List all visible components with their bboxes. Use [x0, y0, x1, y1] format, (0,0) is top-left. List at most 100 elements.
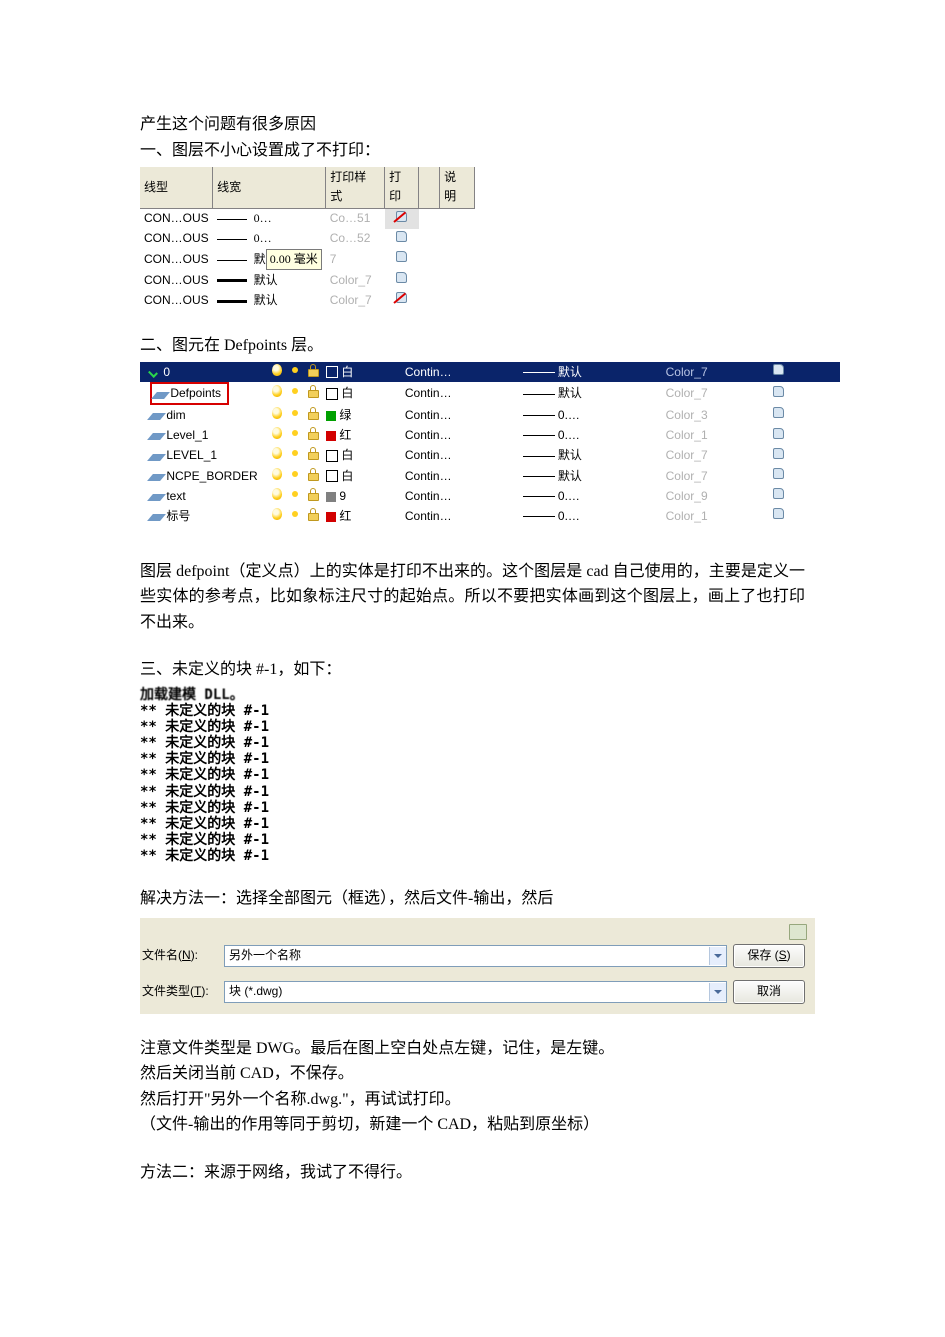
layer-on-toggle[interactable]: [268, 506, 286, 526]
layer-color-cell[interactable]: 白: [322, 446, 401, 466]
printer-icon: [771, 446, 787, 460]
layer-plot-toggle[interactable]: [770, 446, 788, 466]
layer-freeze-toggle[interactable]: [286, 446, 304, 466]
layer-freeze-toggle[interactable]: [286, 486, 304, 506]
col-lineweight: 线宽: [213, 167, 326, 208]
cell-print-toggle[interactable]: [385, 249, 419, 270]
layer-row[interactable]: Level_1 红Contin… 0.…Color_1: [140, 426, 840, 446]
layer-lock-toggle[interactable]: [304, 466, 322, 486]
table-header-row: 线型 线宽 打印样式 打印 说明: [140, 167, 475, 208]
layer-color-cell[interactable]: 绿: [322, 405, 401, 425]
filename-label: 文件名(N):: [140, 946, 218, 965]
layer-plotstyle-cell: Color_7: [662, 382, 770, 405]
printer-icon: [771, 486, 787, 500]
layer-color-cell[interactable]: 9: [322, 486, 401, 506]
printer-icon: [394, 249, 410, 263]
layer-lock-toggle[interactable]: [304, 405, 322, 425]
layer-plotstyle-cell: Color_1: [662, 426, 770, 446]
sun-icon: [289, 364, 301, 376]
filename-input[interactable]: [225, 946, 709, 965]
layer-linetype-cell: Contin…: [401, 405, 519, 425]
layer-linetype-cell: Contin…: [401, 446, 519, 466]
sun-icon: [289, 427, 301, 439]
cmd-line: ** 未定义的块 #-1: [140, 767, 805, 783]
section-1-title: 一、图层不小心设置成了不打印：: [140, 138, 805, 164]
layer-linetype-cell: Contin…: [401, 486, 519, 506]
cmd-line: ** 未定义的块 #-1: [140, 816, 805, 832]
dropdown-arrow-icon[interactable]: [709, 947, 726, 965]
cell-lineweight: 0…: [213, 229, 326, 249]
layer-plotstyle-cell: Color_7: [662, 466, 770, 486]
filetype-combo[interactable]: [224, 981, 727, 1003]
layer-row[interactable]: LEVEL_1 白Contin… 默认Color_7: [140, 446, 840, 466]
cell-lineweight: 默认: [213, 270, 326, 290]
layer-lock-toggle[interactable]: [304, 486, 322, 506]
layer-color-cell[interactable]: 白: [322, 466, 401, 486]
cell-print-toggle[interactable]: [385, 208, 419, 229]
layer-lock-toggle[interactable]: [304, 506, 322, 526]
filename-combo[interactable]: [224, 945, 727, 967]
layer-lineweight-cell: 0.…: [519, 486, 662, 506]
cell-print-toggle[interactable]: [385, 270, 419, 290]
layer-plot-toggle[interactable]: [770, 506, 788, 526]
cancel-button[interactable]: 取消: [733, 980, 805, 1004]
layer-on-toggle[interactable]: [268, 405, 286, 425]
layer-name-cell: 0: [140, 362, 268, 382]
layer-on-toggle[interactable]: [268, 382, 286, 405]
table-row: CON…OUS 默认Color_7: [140, 290, 475, 310]
layer-lock-toggle[interactable]: [304, 446, 322, 466]
cell-print-toggle[interactable]: [385, 229, 419, 249]
filetype-input[interactable]: [225, 982, 709, 1001]
layer-row[interactable]: dim 绿Contin… 0.…Color_3: [140, 405, 840, 425]
layer-plot-toggle[interactable]: [770, 405, 788, 425]
layer-row[interactable]: 标号 红Contin… 0.…Color_1: [140, 506, 840, 526]
layer-freeze-toggle[interactable]: [286, 466, 304, 486]
layer-on-toggle[interactable]: [268, 486, 286, 506]
printer-icon: [771, 466, 787, 480]
lock-icon: [307, 488, 319, 500]
layer-freeze-toggle[interactable]: [286, 362, 304, 382]
layer-lock-toggle[interactable]: [304, 426, 322, 446]
layer-color-cell[interactable]: 红: [322, 426, 401, 446]
layer-row[interactable]: Defpoints 白Contin… 默认Color_7: [140, 382, 840, 405]
layer-color-cell[interactable]: 红: [322, 506, 401, 526]
color-swatch-icon: [326, 388, 338, 400]
layer-row[interactable]: 0 白Contin… 默认Color_7: [140, 362, 840, 382]
layer-lock-toggle[interactable]: [304, 362, 322, 382]
filename-row: 文件名(N): 保存 (S): [140, 944, 805, 968]
printer-icon: [771, 405, 787, 419]
layer-freeze-toggle[interactable]: [286, 405, 304, 425]
layer-icon: [150, 512, 163, 521]
layer-on-toggle[interactable]: [268, 446, 286, 466]
layer-row[interactable]: text 9Contin… 0.…Color_9: [140, 486, 840, 506]
layer-plot-toggle[interactable]: [770, 486, 788, 506]
printer-icon: [771, 506, 787, 520]
layer-freeze-toggle[interactable]: [286, 426, 304, 446]
layer-lock-toggle[interactable]: [304, 382, 322, 405]
layer-plot-toggle[interactable]: [770, 362, 788, 382]
layer-on-toggle[interactable]: [268, 466, 286, 486]
layer-icon: [150, 411, 163, 420]
layer-on-toggle[interactable]: [268, 362, 286, 382]
layer-name-cell: NCPE_BORDER: [140, 466, 268, 486]
layer-linetype-cell: Contin…: [401, 362, 519, 382]
layer-plot-toggle[interactable]: [770, 466, 788, 486]
save-button[interactable]: 保存 (S): [733, 944, 805, 968]
cell-plotstyle: 7: [326, 249, 385, 270]
no-print-icon: [394, 209, 410, 223]
note-4: （文件-输出的作用等同于剪切，新建一个 CAD，粘贴到原坐标）: [140, 1112, 805, 1138]
cell-print-toggle[interactable]: [385, 290, 419, 310]
lightbulb-icon: [272, 447, 282, 459]
layer-freeze-toggle[interactable]: [286, 506, 304, 526]
layer-on-toggle[interactable]: [268, 426, 286, 446]
method-2-text: 方法二：来源于网络，我试了不得行。: [140, 1160, 805, 1186]
layer-plot-toggle[interactable]: [770, 382, 788, 405]
color-swatch-icon: [326, 431, 336, 441]
layer-color-cell[interactable]: 白: [322, 362, 401, 382]
layer-linetype-cell: Contin…: [401, 466, 519, 486]
dropdown-arrow-icon[interactable]: [709, 983, 726, 1001]
layer-freeze-toggle[interactable]: [286, 382, 304, 405]
layer-row[interactable]: NCPE_BORDER 白Contin… 默认Color_7: [140, 466, 840, 486]
layer-color-cell[interactable]: 白: [322, 382, 401, 405]
layer-plot-toggle[interactable]: [770, 426, 788, 446]
